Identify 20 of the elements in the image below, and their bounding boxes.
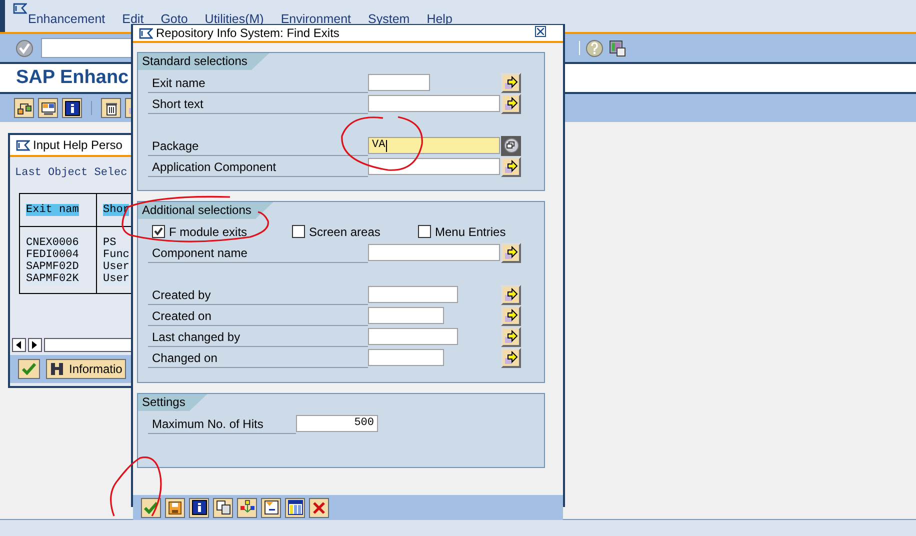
field-label: Package [148,135,368,156]
checkbox-label: F module exits [169,224,248,238]
group-title: Standard selections [138,53,270,70]
field-label: Created on [148,305,368,326]
group-title: Settings [138,394,208,411]
field-label: Application Component [148,156,368,177]
screen-title: SAP Enhanc [16,67,129,89]
field-label: Component name [148,242,368,263]
field-label: Short text [148,93,368,114]
checkbox-label: Screen areas [309,224,380,238]
field-label: Maximum No. of Hits [148,413,296,434]
checkbox-label: Menu Entries [435,224,506,238]
popup-title: Input Help Perso [33,138,122,152]
field-label: Exit name [148,72,368,93]
dialog-title: Repository Info System: Find Exits [156,26,340,40]
field-label: Changed on [148,347,368,368]
list-heading: Last Object Selec [15,167,128,179]
group-title: Additional selections [138,202,274,219]
field-label: Last changed by [148,326,368,347]
field-label: Created by [148,284,368,305]
